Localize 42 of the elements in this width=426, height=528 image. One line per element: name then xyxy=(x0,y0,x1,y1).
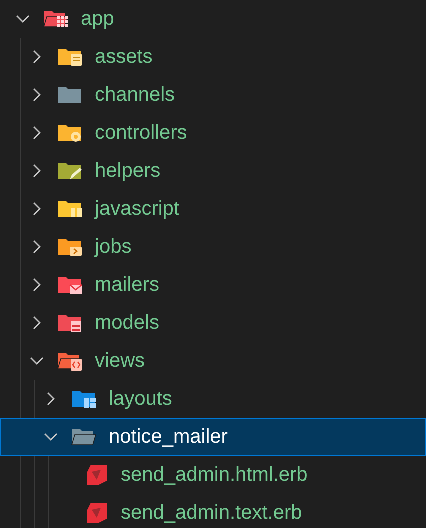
open-folder-icon xyxy=(57,350,83,372)
tree-label: layouts xyxy=(109,387,172,412)
tree-label: models xyxy=(95,311,160,336)
folder-icon xyxy=(57,274,83,296)
tree-row[interactable]: app xyxy=(0,0,426,38)
tree-label: send_admin.text.erb xyxy=(121,501,302,526)
tree-label: views xyxy=(95,349,146,374)
tree-label: notice_mailer xyxy=(109,425,228,450)
tree-label: mailers xyxy=(95,273,160,298)
tree-row[interactable]: helpers xyxy=(0,152,426,190)
open-folder-icon xyxy=(71,426,97,448)
tree-label: javascript xyxy=(95,197,180,222)
folder-icon xyxy=(57,236,83,258)
tree-row[interactable]: models xyxy=(0,304,426,342)
tree-label: assets xyxy=(95,45,153,70)
tree-label: controllers xyxy=(95,121,188,146)
folder-icon xyxy=(57,122,83,144)
tree-row[interactable]: javascript xyxy=(0,190,426,228)
tree-row[interactable]: send_admin.html.erb xyxy=(0,456,426,494)
folder-icon xyxy=(57,312,83,334)
ruby-gem-icon xyxy=(85,464,109,486)
tree-row[interactable]: assets xyxy=(0,38,426,76)
ruby-gem-icon xyxy=(85,502,109,524)
tree-row[interactable]: send_admin.text.erb xyxy=(0,494,426,528)
folder-icon xyxy=(57,46,83,68)
folder-icon xyxy=(71,388,97,410)
tree-label: channels xyxy=(95,83,176,108)
tree-row[interactable]: jobs xyxy=(0,228,426,266)
tree-row[interactable]: channels xyxy=(0,76,426,114)
tree-label: jobs xyxy=(95,235,132,260)
tree-row[interactable]: layouts xyxy=(0,380,426,418)
folder-icon xyxy=(57,84,83,106)
tree-label: app xyxy=(81,7,114,32)
folder-icon xyxy=(57,198,83,220)
tree-row[interactable]: notice_mailer xyxy=(0,418,426,456)
tree-label: send_admin.html.erb xyxy=(121,463,308,488)
folder-icon xyxy=(57,160,83,182)
tree-row[interactable]: mailers xyxy=(0,266,426,304)
tree-row[interactable]: views xyxy=(0,342,426,380)
tree-row[interactable]: controllers xyxy=(0,114,426,152)
open-folder-icon xyxy=(43,8,69,30)
tree-label: helpers xyxy=(95,159,161,184)
